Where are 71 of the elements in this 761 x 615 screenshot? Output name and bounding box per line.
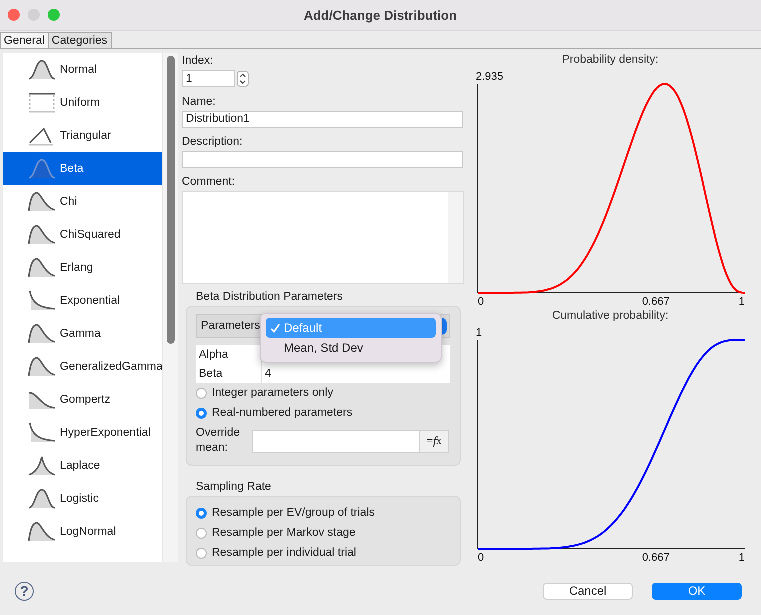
curve-icon	[27, 190, 57, 213]
distribution-item[interactable]: Gamma	[3, 317, 162, 350]
chart-title: Probability density:	[562, 53, 659, 68]
group-title: Sampling Rate	[196, 480, 272, 494]
table-cell: Beta	[196, 364, 262, 384]
field-label: Index:	[182, 54, 214, 68]
distribution-item[interactable]: GeneralizedGamma	[3, 350, 162, 383]
parameters-label: Parameters	[201, 320, 260, 332]
override-label: Override mean:	[196, 426, 242, 456]
window-title: Add/Change Distribution	[304, 8, 458, 22]
curve-icon	[27, 355, 57, 378]
curve-icon	[27, 520, 57, 543]
radio-option[interactable]: Real-numbered parameters	[196, 403, 450, 424]
check-icon	[270, 322, 281, 334]
tab[interactable]: General	[0, 32, 49, 48]
distribution-item[interactable]: Chi	[3, 185, 162, 218]
override-mean-field[interactable]	[252, 430, 420, 453]
dialog-button[interactable]: OK	[652, 582, 742, 600]
axis-max-label: 2.935	[476, 71, 504, 83]
distribution-item[interactable]: Erlang	[3, 251, 162, 284]
distribution-item[interactable]: Laplace	[3, 449, 162, 482]
distribution-item[interactable]: HyperExponential	[3, 416, 162, 449]
table-cell: Alpha	[196, 345, 262, 364]
table-cell[interactable]: 4	[262, 364, 450, 384]
distribution-item[interactable]: Uniform	[3, 86, 162, 119]
distribution-item[interactable]: Exponential	[3, 284, 162, 317]
curve-icon	[27, 289, 57, 312]
index-field[interactable]: 1	[182, 70, 235, 87]
stepper-button[interactable]	[237, 70, 249, 86]
curve-icon	[27, 421, 57, 444]
radio-option[interactable]: Resample per EV/group of trials	[196, 503, 450, 524]
curve-icon	[27, 487, 57, 510]
distribution-item[interactable]: Gompertz	[3, 383, 162, 416]
group-title: Beta Distribution Parameters	[196, 290, 344, 304]
zoom-button[interactable]	[48, 9, 60, 21]
comment-field[interactable]	[182, 190, 464, 284]
distribution-item[interactable]: Logistic	[3, 482, 162, 515]
curve-icon	[27, 58, 57, 81]
tick-label: 1	[738, 296, 745, 308]
tick-label: 1	[738, 552, 745, 564]
distribution-item[interactable]: ChiSquared	[3, 218, 162, 251]
description-field[interactable]	[182, 150, 463, 168]
tick-label: 0	[478, 552, 484, 564]
flat-line-icon	[27, 91, 57, 114]
radio-option[interactable]: Integer parameters only	[196, 383, 450, 404]
field-label: Description:	[182, 134, 243, 149]
radio-option[interactable]: Resample per individual trial	[196, 543, 450, 564]
curve-icon	[27, 322, 57, 345]
tick-label: 0.667	[642, 296, 670, 308]
dialog-button[interactable]: Cancel	[543, 582, 633, 600]
tick-label: 0	[478, 296, 484, 308]
curve-icon	[27, 454, 57, 477]
scrollbar-thumb[interactable]	[166, 56, 174, 344]
help-button[interactable]: ?	[15, 582, 34, 600]
curve-icon	[27, 223, 57, 246]
axis-max-label: 1	[476, 327, 482, 339]
distribution-item[interactable]: Normal	[3, 53, 162, 86]
close-button[interactable]	[8, 9, 20, 21]
radio-option[interactable]: Resample per Markov stage	[196, 523, 450, 544]
tick-label: 0.667	[642, 552, 670, 564]
menu-option[interactable]: Mean, Std Dev	[266, 338, 436, 358]
distribution-item[interactable]: Beta	[3, 152, 162, 185]
field-label: Comment:	[182, 174, 236, 189]
chart-title: Cumulative probability:	[552, 309, 669, 324]
name-field[interactable]: Distribution1	[182, 111, 463, 128]
distribution-item[interactable]: Triangular	[3, 119, 162, 152]
distribution-item[interactable]: LogNormal	[3, 515, 162, 548]
field-label: Name:	[182, 95, 216, 109]
curve-icon	[27, 256, 57, 279]
tab[interactable]: Categories	[48, 32, 112, 48]
curve-icon	[27, 157, 57, 180]
